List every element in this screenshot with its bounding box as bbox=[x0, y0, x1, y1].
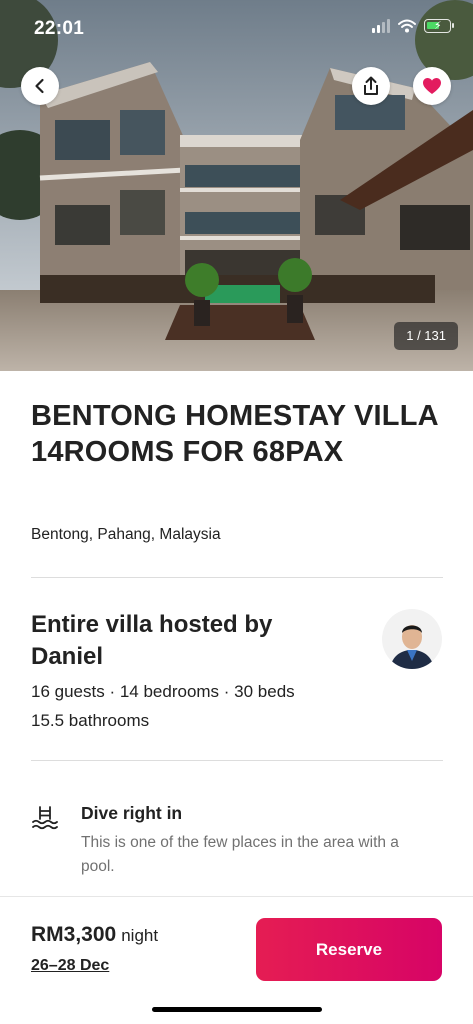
host-title: Entire villa hosted by Daniel bbox=[31, 611, 273, 670]
price-line: RM3,300 night bbox=[31, 923, 158, 947]
price-unit: night bbox=[121, 926, 159, 945]
share-icon bbox=[364, 76, 378, 95]
photo-counter: 1 / 131 bbox=[394, 322, 458, 350]
status-time: 22:01 bbox=[34, 18, 85, 39]
reserve-button[interactable]: Reserve bbox=[256, 918, 442, 981]
home-indicator[interactable] bbox=[152, 1007, 322, 1012]
chevron-left-icon bbox=[35, 78, 44, 94]
nightly-price: RM3,300 bbox=[31, 923, 117, 946]
booking-footer: RM3,300 night 26–28 Dec Reserve bbox=[0, 897, 473, 1024]
host-avatar[interactable] bbox=[382, 609, 442, 669]
heart-icon bbox=[423, 78, 441, 94]
status-bar: 22:01 ⚡ bbox=[0, 0, 473, 56]
listing-title: BENTONG HOMESTAY VILLA 14ROOMS FOR 68PAX bbox=[31, 400, 438, 468]
listing-location[interactable]: Bentong, Pahang, Malaysia bbox=[31, 526, 221, 544]
battery-charging-icon: ⚡ bbox=[424, 19, 454, 33]
capacity-summary: 16 guests · 14 bedrooms · 30 beds bbox=[31, 682, 295, 701]
highlight-title: Dive right in bbox=[81, 803, 183, 823]
pool-icon bbox=[32, 806, 58, 830]
listing-capacity: 16 guests · 14 bedrooms · 30 beds 15.5 b… bbox=[31, 677, 295, 735]
cellular-signal-icon bbox=[372, 19, 390, 33]
host-photo bbox=[382, 609, 442, 669]
save-to-wishlist-button[interactable] bbox=[413, 67, 451, 105]
back-button[interactable] bbox=[21, 67, 59, 105]
status-icons: ⚡ bbox=[372, 19, 454, 33]
bathroom-count: 15.5 bathrooms bbox=[31, 711, 150, 730]
wifi-icon bbox=[398, 19, 416, 33]
selected-dates-link[interactable]: 26–28 Dec bbox=[31, 957, 109, 975]
divider bbox=[31, 760, 443, 761]
listing-photo-gallery[interactable]: 22:01 ⚡ 1 / 131 bbox=[0, 0, 473, 371]
divider bbox=[31, 577, 443, 578]
share-button[interactable] bbox=[352, 67, 390, 105]
highlight-description: This is one of the few places in the are… bbox=[81, 834, 399, 875]
